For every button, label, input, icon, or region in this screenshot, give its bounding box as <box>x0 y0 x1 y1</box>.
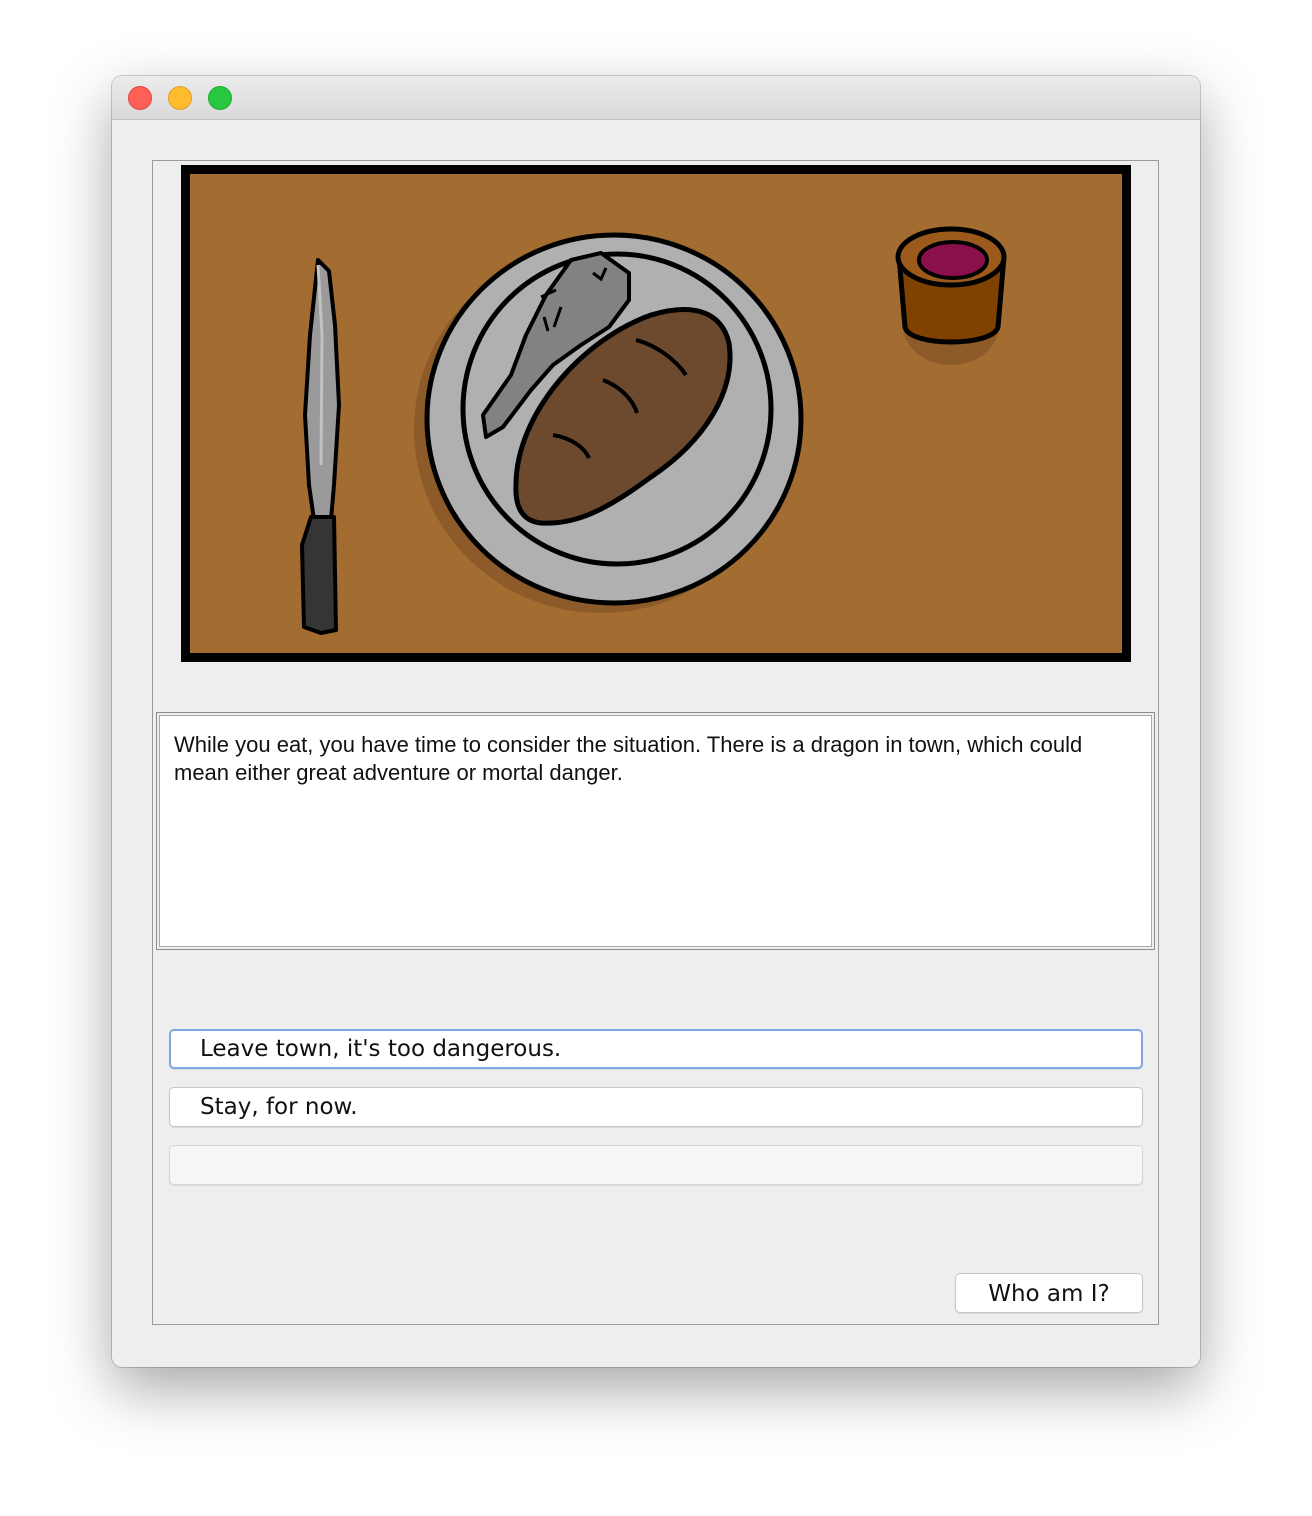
zoom-window-button[interactable] <box>208 86 232 110</box>
story-text-box: While you eat, you have time to consider… <box>156 712 1155 950</box>
cup-icon <box>895 226 1007 365</box>
who-am-i-button[interactable]: Who am I? <box>955 1273 1143 1313</box>
app-window: While you eat, you have time to consider… <box>112 76 1200 1367</box>
story-text: While you eat, you have time to consider… <box>159 715 1152 947</box>
close-window-button[interactable] <box>128 86 152 110</box>
choice-button-2[interactable]: Stay, for now. <box>169 1087 1143 1127</box>
choice-button-3[interactable] <box>169 1145 1143 1185</box>
game-panel: While you eat, you have time to consider… <box>152 160 1159 1325</box>
scene-illustration <box>181 165 1131 662</box>
choice-button-1[interactable]: Leave town, it's too dangerous. <box>169 1029 1143 1069</box>
title-bar[interactable] <box>112 76 1200 120</box>
minimize-window-button[interactable] <box>168 86 192 110</box>
